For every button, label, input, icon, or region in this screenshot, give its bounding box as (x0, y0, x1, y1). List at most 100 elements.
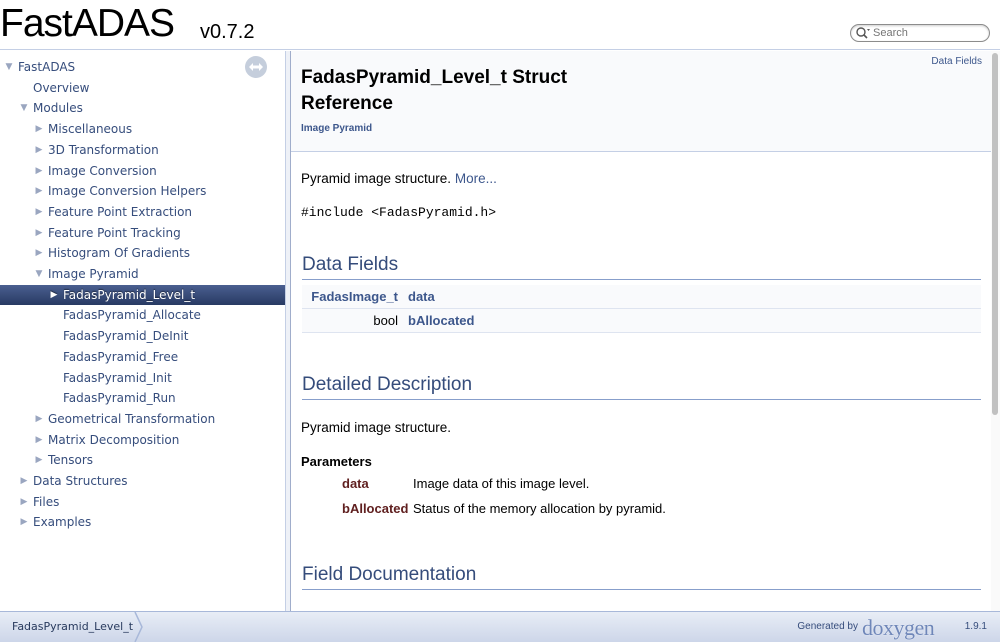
member-name-link[interactable]: data (408, 285, 435, 309)
nav-item-label: FadasPyramid_DeInit (63, 329, 189, 344)
nav-item-label: Miscellaneous (48, 122, 133, 137)
collapsed-arrow-icon[interactable]: ▶ (33, 161, 45, 181)
table-row: bool bAllocated (302, 309, 981, 333)
nav-item[interactable]: FadasPyramid_Free (0, 347, 285, 367)
nav-item[interactable]: ▶ Data Structures (0, 471, 285, 491)
nav-item[interactable]: ▶ 3D Transformation (0, 140, 285, 160)
collapsed-arrow-icon[interactable]: ▶ (33, 430, 45, 450)
nav-item-label: Feature Point Tracking (48, 225, 181, 240)
ingroup-link[interactable]: Image Pyramid (301, 123, 372, 134)
collapsed-arrow-icon[interactable]: ▶ (18, 512, 30, 532)
nav-item[interactable]: ▶ Tensors (0, 450, 285, 470)
nav-item[interactable]: ▼ Image Pyramid (0, 264, 285, 284)
nav-item-label: Image Pyramid (48, 267, 139, 281)
collapsed-arrow-icon[interactable]: ▶ (33, 450, 45, 470)
nav-item-label: FadasPyramid_Allocate (63, 308, 201, 323)
nav-item[interactable]: ▶ Feature Point Tracking (0, 223, 285, 243)
breadcrumb-item[interactable]: FadasPyramid_Level_t (0, 612, 145, 642)
member-name-link[interactable]: bAllocated (408, 309, 474, 333)
nav-item[interactable]: ▶ Examples (0, 512, 285, 532)
nav-item[interactable]: FadasPyramid_Init (0, 368, 285, 388)
table-row: FadasImage_t data (302, 285, 981, 309)
param-name: data (342, 476, 369, 491)
collapsed-arrow-icon[interactable]: ▶ (33, 119, 45, 139)
nav-item-label: FastADAS (18, 60, 76, 74)
nav-item-label: Image Conversion (48, 163, 157, 178)
field-documentation-heading: Field Documentation (302, 564, 981, 590)
collapsed-arrow-icon[interactable]: ▶ (33, 243, 45, 263)
top-header: FastADAS v0.7.2 (0, 0, 1000, 50)
nav-item[interactable]: ▶ Miscellaneous (0, 119, 285, 139)
doxygen-page: FastADAS v0.7.2 ▼FastADASOverview▼Module… (0, 0, 1000, 642)
nav-item-label: FadasPyramid_Free (63, 349, 179, 364)
nav-item-label: Tensors (48, 453, 94, 468)
scrollbar-thumb[interactable] (992, 53, 998, 415)
project-name[interactable]: FastADAS (0, 2, 175, 46)
nav-item[interactable]: ▶ Geometrical Transformation (0, 409, 285, 429)
doc-content: Data Fields FadasPyramid_Level_t Struct … (291, 51, 991, 611)
nav-item[interactable]: FadasPyramid_DeInit (0, 326, 285, 346)
nav-item[interactable]: Overview (0, 78, 285, 98)
member-type[interactable]: FadasImage_t (302, 285, 398, 309)
footer-nav-path: FadasPyramid_Level_t Generated by doxyge… (0, 611, 1000, 642)
brief-text: Pyramid image structure. (301, 171, 452, 186)
search-input[interactable] (873, 26, 985, 40)
expanded-arrow-icon[interactable]: ▼ (33, 264, 45, 284)
doxygen-version: 1.9.1 (964, 621, 987, 632)
nav-item-label: Image Conversion Helpers (48, 184, 207, 199)
search-box[interactable] (850, 24, 990, 42)
side-nav-tree: ▼ FastADAS Overview ▼ Modules ▶ Miscellaneous ▶… (0, 51, 285, 611)
nav-item[interactable]: ▼ Modules (0, 98, 285, 118)
nav-item-label: Overview (33, 80, 90, 95)
nav-item[interactable]: ▶ Files (0, 492, 285, 512)
include-directive: #include <FadasPyramid.h> (301, 205, 497, 220)
nav-item[interactable]: ▶ Image Conversion (0, 161, 285, 181)
nav-item-label: Geometrical Transformation (48, 411, 216, 426)
expanded-arrow-icon[interactable]: ▼ (18, 98, 30, 118)
nav-item-label: Modules (33, 101, 83, 116)
collapsed-arrow-icon[interactable]: ▶ (33, 202, 45, 222)
nav-item[interactable]: ▶ Histogram Of Gradients (0, 243, 285, 263)
nav-item[interactable]: ▶ Image Conversion Helpers (0, 181, 285, 201)
collapsed-arrow-icon[interactable]: ▶ (18, 492, 30, 512)
page-title: FadasPyramid_Level_t Struct Reference (301, 67, 568, 114)
nav-item[interactable]: ▶ Matrix Decomposition (0, 430, 285, 450)
member-table: FadasImage_t data bool bAllocated (302, 285, 981, 333)
collapsed-arrow-icon[interactable]: ▶ (33, 181, 45, 201)
nav-item[interactable]: ▼ FastADAS (0, 57, 285, 77)
nav-item[interactable]: FadasPyramid_Allocate (0, 305, 285, 325)
sync-toggle-button[interactable] (245, 56, 267, 78)
nav-item-label: Data Structures (33, 474, 128, 488)
nav-item-label: FadasPyramid_Run (63, 391, 176, 406)
detailed-description-text: Pyramid image structure. (301, 420, 452, 435)
nav-item[interactable]: ▶ FadasPyramid_Level_t (0, 284, 285, 305)
expanded-arrow-icon[interactable]: ▼ (3, 57, 15, 77)
collapsed-arrow-icon[interactable]: ▶ (33, 409, 45, 429)
breadcrumb-separator-icon (134, 612, 143, 642)
content-scrollbar[interactable] (991, 51, 1000, 611)
nav-item-label: Feature Point Extraction (48, 204, 193, 219)
generated-by-label: Generated by (797, 621, 858, 632)
parameters-title: Parameters (301, 454, 372, 469)
collapsed-arrow-icon[interactable]: ▶ (33, 223, 45, 243)
project-version: v0.7.2 (200, 21, 255, 43)
nav-item-label: Matrix Decomposition (48, 432, 180, 447)
search-icon[interactable] (855, 26, 871, 40)
doxygen-logo[interactable]: doxygen (862, 615, 935, 641)
param-name: bAllocated (342, 501, 409, 516)
sync-arrows-icon (249, 63, 263, 71)
param-description: Image data of this image level. (413, 476, 590, 491)
nav-item-label: 3D Transformation (48, 142, 159, 157)
nav-item-label: FadasPyramid_Level_t (63, 287, 196, 302)
collapsed-arrow-icon[interactable]: ▶ (33, 140, 45, 160)
detailed-description-heading: Detailed Description (302, 374, 981, 400)
collapsed-arrow-icon[interactable]: ▶ (18, 471, 30, 491)
member-type: bool (373, 313, 398, 328)
nav-item[interactable]: ▶ Feature Point Extraction (0, 202, 285, 222)
nav-item-label: Histogram Of Gradients (48, 246, 191, 261)
nav-item[interactable]: FadasPyramid_Run (0, 388, 285, 408)
summary-link-data-fields[interactable]: Data Fields (931, 56, 982, 67)
collapsed-arrow-icon[interactable]: ▶ (48, 285, 60, 305)
nav-item-label: Examples (33, 515, 92, 530)
more-link[interactable]: More... (455, 171, 497, 186)
